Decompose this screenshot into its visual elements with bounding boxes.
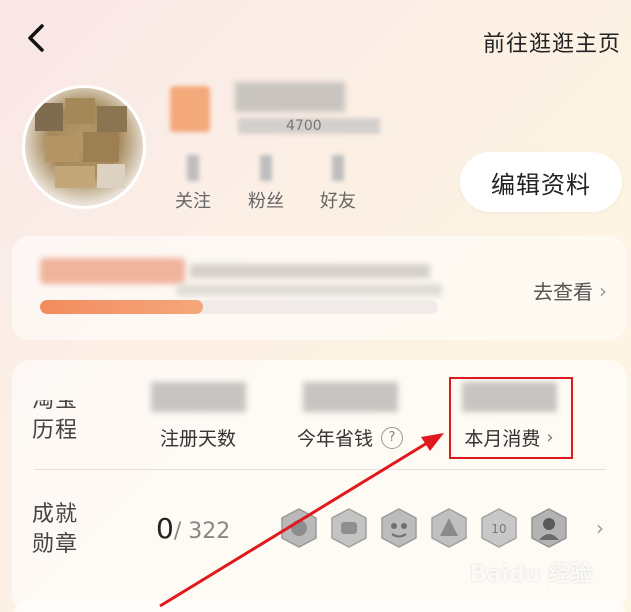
back-button[interactable] [20,20,56,56]
badge-icon[interactable]: 10 [480,508,518,548]
badge-icon[interactable] [280,508,318,548]
metric-registered-days[interactable]: 注册天数 [133,382,263,451]
banner-progress-fill [40,300,204,314]
badge-icon[interactable] [430,508,468,548]
banner-view-label: 去查看 [533,280,593,304]
metric-registered-days-label: 注册天数 [159,428,236,450]
banner-text-blurred [190,264,430,278]
top-bar: 前往逛逛主页 [0,0,631,80]
svg-text:10: 10 [491,522,506,536]
user-id-fragment: 4700 [286,118,322,134]
banner-view-link[interactable]: 去查看 › [533,276,607,305]
banner-progress-bar [40,300,438,314]
membership-banner-card[interactable]: 去查看 › [12,236,627,340]
divider [34,469,606,470]
nickname-blurred [170,82,380,138]
badge-count: 0/ 322 [156,512,230,545]
chevron-right-icon: › [599,278,607,303]
stat-friends[interactable]: 好友 [308,155,368,213]
metric-registered-days-value-blurred [150,382,246,412]
metric-saved-this-year[interactable]: 今年省钱 ? [285,382,415,451]
badge-count-earned: 0 [156,512,174,545]
metric-saved-value-blurred [302,382,398,412]
watermark-url: jingyan.baidu.com [506,583,608,596]
badge-icon[interactable] [330,508,368,548]
chevron-right-icon[interactable]: › [596,516,604,540]
stat-fans-label: 粉丝 [248,191,284,212]
avatar[interactable] [22,85,146,209]
stat-following[interactable]: 关注 [163,155,223,213]
help-icon[interactable]: ? [381,426,403,449]
stat-fans-count-blurred [260,155,272,181]
banner-title-blurred [40,258,185,284]
stat-friends-label: 好友 [320,191,356,212]
banner-subtext-blurred [177,284,442,296]
chevron-left-icon [28,24,44,52]
stat-friends-count-blurred [332,155,344,181]
badge-icon[interactable] [380,508,418,548]
stat-fans[interactable]: 粉丝 [236,155,296,213]
stat-following-label: 关注 [175,191,211,212]
annotation-highlight-box [449,377,573,459]
edit-profile-button[interactable]: 编辑资料 [460,152,622,212]
next-card-edge [12,600,627,612]
goto-home-link[interactable]: 前往逛逛主页 [483,26,621,58]
metric-saved-label: 今年省钱 [296,428,373,450]
badge-icon[interactable] [530,508,568,548]
achievements-title: 成就勋章 [32,502,79,557]
badge-count-total: / 322 [173,519,231,544]
stat-following-count-blurred [187,155,199,181]
